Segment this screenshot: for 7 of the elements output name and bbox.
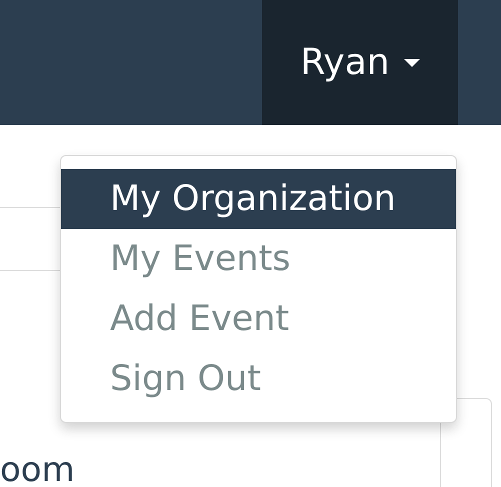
menu-item[interactable]: Sign Out [61,349,456,409]
menu-item[interactable]: Add Event [61,289,456,349]
heading-text: oom [0,453,75,487]
user-menu-button[interactable]: Ryan [262,0,458,125]
menu-item[interactable]: My Organization [61,169,456,229]
caret-icon [404,58,420,66]
menu-item[interactable]: My Events [61,229,456,289]
